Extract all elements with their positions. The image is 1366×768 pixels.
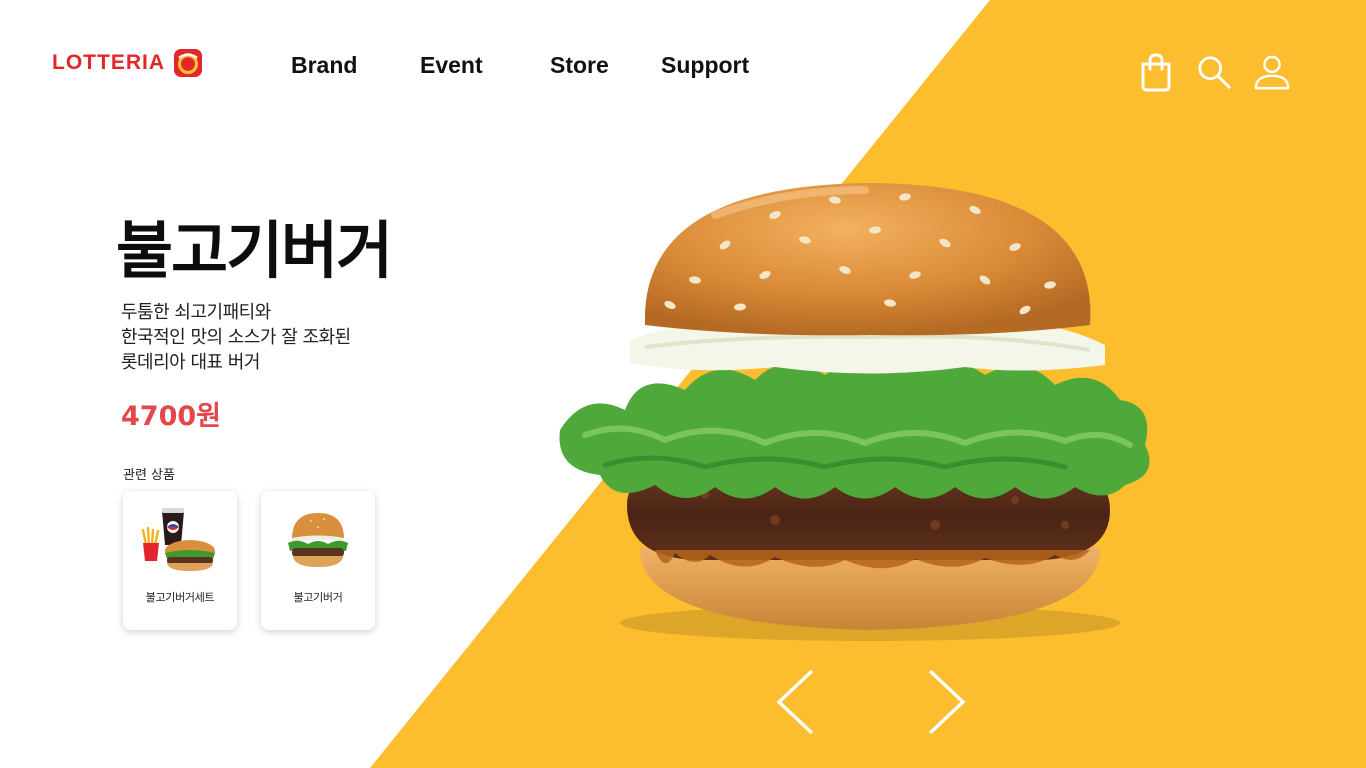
shopping-bag-icon bbox=[1141, 53, 1171, 92]
related-products: 불고기버거세트 불고기버거 bbox=[123, 491, 375, 630]
carousel-prev-button[interactable] bbox=[774, 668, 818, 736]
account-button[interactable] bbox=[1254, 50, 1290, 94]
product-price: 4700원 bbox=[121, 401, 221, 432]
related-card-burger[interactable]: 불고기버거 bbox=[261, 491, 375, 630]
header-actions bbox=[1138, 50, 1290, 94]
cart-button[interactable] bbox=[1138, 50, 1174, 94]
nav-item-store[interactable]: Store bbox=[550, 52, 609, 79]
description-line: 롯데리아 대표 버거 bbox=[121, 352, 260, 373]
product-description: 두툼한 쇠고기패티와 한국적인 맛의 소스가 잘 조화된 롯데리아 대표 버거 bbox=[121, 300, 351, 375]
lotteria-badge-icon bbox=[174, 49, 202, 77]
logo-text: LOTTERIA bbox=[52, 51, 165, 74]
search-icon bbox=[1198, 56, 1231, 89]
nav-item-support[interactable]: Support bbox=[661, 52, 749, 79]
carousel-next-button[interactable] bbox=[924, 668, 968, 736]
related-card-burger-set[interactable]: 불고기버거세트 bbox=[123, 491, 237, 630]
bulgogi-burger-image bbox=[559, 183, 1150, 641]
chevron-right-icon bbox=[928, 669, 966, 735]
burger-thumbnail-image bbox=[288, 513, 348, 567]
burger-set-image bbox=[141, 508, 215, 571]
related-products-label: 관련 상품 bbox=[123, 468, 175, 483]
related-card-label: 불고기버거세트 bbox=[145, 591, 215, 604]
product-title: 불고기버거 bbox=[116, 214, 393, 287]
chevron-left-icon bbox=[776, 669, 814, 735]
lotteria-logo[interactable]: LOTTERIA bbox=[52, 48, 203, 78]
nav-item-event[interactable]: Event bbox=[420, 52, 483, 79]
search-button[interactable] bbox=[1196, 50, 1232, 94]
user-icon bbox=[1254, 55, 1290, 90]
related-card-label: 불고기버거 bbox=[293, 591, 343, 604]
description-line: 한국적인 맛의 소스가 잘 조화된 bbox=[121, 327, 351, 348]
description-line: 두툼한 쇠고기패티와 bbox=[121, 302, 271, 323]
nav-item-brand[interactable]: Brand bbox=[291, 52, 357, 79]
